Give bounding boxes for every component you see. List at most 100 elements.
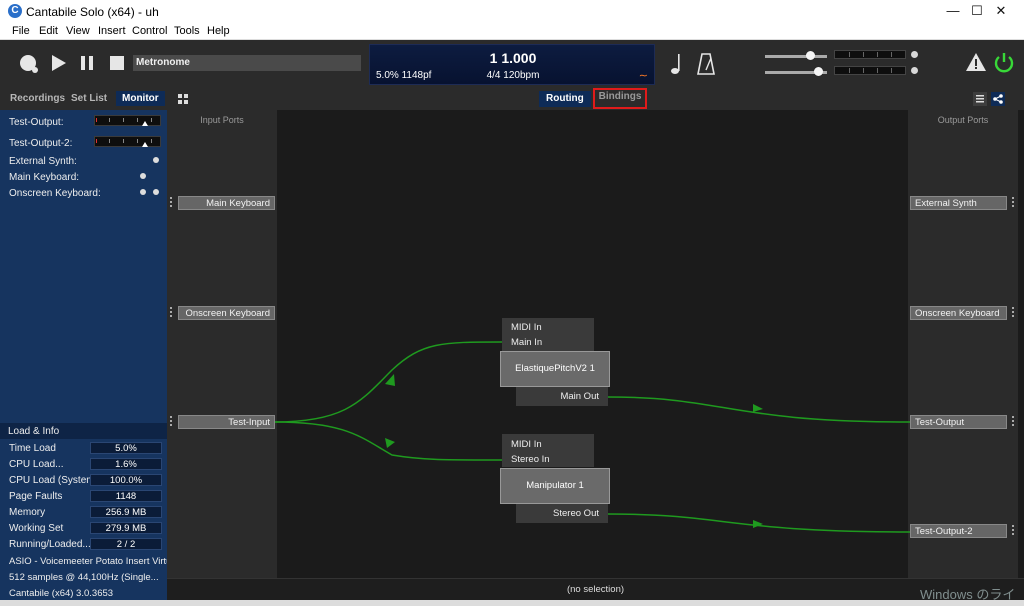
info-label-time-load: Time Load: [9, 443, 56, 454]
port-drag-handle[interactable]: [1012, 307, 1014, 317]
monitor-panel: Test-Output: Test-Output-2: External Syn…: [0, 110, 179, 606]
broadcast-icon: ∼: [638, 70, 648, 82]
info-value-time-load: 5.0%: [90, 442, 162, 454]
monitor-row-test-output-2: Test-Output-2:: [9, 138, 73, 149]
external-synth-indicator: [153, 157, 159, 163]
window-title: Cantabile Solo (x64) - uh: [26, 5, 159, 19]
level-meter-2: [834, 66, 906, 75]
info-label-cpu-load: CPU Load...: [9, 459, 64, 470]
time-signature: 4/4 120bpm: [486, 70, 540, 81]
transport-display[interactable]: 1 1.000 5.0% 1148pf 4/4 120bpm ∼: [369, 44, 655, 85]
plugin-manipulator[interactable]: Manipulator 1: [500, 468, 610, 504]
tab-monitor[interactable]: Monitor: [116, 91, 165, 106]
note-icon[interactable]: [670, 52, 684, 76]
port-drag-handle[interactable]: [1012, 416, 1014, 426]
tab-row: Recordings Set List Monitor Routing Bind…: [0, 88, 1024, 110]
port-drag-handle[interactable]: [1012, 525, 1014, 535]
plugin-1-midi-in[interactable]: MIDI In: [511, 322, 542, 333]
menu-edit[interactable]: Edit: [39, 25, 58, 37]
activation-watermark: Windows のライ: [920, 587, 1016, 602]
list-view-icon[interactable]: [973, 92, 987, 106]
plugin-1-main-out[interactable]: Main Out: [516, 387, 608, 406]
power-icon[interactable]: [993, 51, 1015, 73]
plugin-1-main-in[interactable]: Main In: [511, 337, 542, 348]
info-value-cpu-load: 1.6%: [90, 458, 162, 470]
info-value-memory: 256.9 MB: [90, 506, 162, 518]
port-drag-handle[interactable]: [170, 307, 172, 317]
transport-toolbar: Metronome 1 1.000 5.0% 1148pf 4/4 120bpm…: [0, 40, 1024, 88]
wire-arrow-2: [385, 438, 395, 448]
plugin-elastiquepitch[interactable]: ElastiquePitchV2 1: [500, 351, 610, 387]
test-output-meter: [94, 115, 161, 126]
monitor-row-test-output: Test-Output:: [9, 117, 64, 128]
audio-driver-info: ASIO - Voicemeeter Potato Insert Virtu..…: [9, 556, 180, 567]
routing-canvas[interactable]: Input Ports Output Ports Main Keyboard O…: [167, 110, 1024, 578]
test-output-2-meter: [94, 136, 161, 147]
meter-indicator-2: [911, 67, 918, 74]
port-drag-handle[interactable]: [170, 416, 172, 426]
stop-button[interactable]: [109, 55, 125, 71]
level-meter-1: [834, 50, 906, 59]
monitor-row-external-synth: External Synth:: [9, 156, 77, 167]
metronome-field[interactable]: Metronome: [133, 55, 361, 71]
tab-recordings[interactable]: Recordings: [10, 93, 65, 104]
port-drag-handle[interactable]: [170, 197, 172, 207]
app-icon: C: [8, 4, 22, 18]
status-bar: (no selection): [167, 578, 1024, 600]
volume-slider-1-knob[interactable]: [806, 51, 815, 60]
info-label-cpu-load-system: CPU Load (System): [9, 475, 98, 486]
main-keyboard-indicator: [140, 173, 146, 179]
version-info: Cantabile (x64) 3.0.3653: [9, 588, 114, 599]
onscreen-keyboard-indicator-2: [153, 189, 159, 195]
input-port-test-input[interactable]: Test-Input: [178, 415, 275, 429]
menu-insert[interactable]: Insert: [98, 25, 126, 37]
load-info-header[interactable]: Load & Info: [0, 423, 167, 439]
info-label-memory: Memory: [9, 507, 46, 518]
info-value-running-loaded: 2 / 2: [90, 538, 162, 550]
info-label-working-set: Working Set: [9, 523, 64, 534]
pause-button[interactable]: [80, 55, 96, 71]
volume-slider-2-knob[interactable]: [814, 67, 823, 76]
tab-bindings[interactable]: Bindings: [593, 88, 647, 109]
routing-view-icon[interactable]: [991, 92, 1005, 106]
warning-icon[interactable]: [965, 52, 987, 72]
wire-arrow-4: [753, 520, 763, 528]
output-port-test-output[interactable]: Test-Output: [910, 415, 1007, 429]
bottom-edge: [0, 600, 1024, 606]
onscreen-keyboard-indicator-1: [140, 189, 146, 195]
wire-arrow-3: [753, 404, 763, 412]
port-drag-handle[interactable]: [1012, 197, 1014, 207]
info-value-working-set: 279.9 MB: [90, 522, 162, 534]
meter-indicator-1: [911, 51, 918, 58]
volume-slider-1[interactable]: [765, 55, 827, 58]
menu-bar: File Edit View Insert Control Tools Help: [0, 23, 1024, 40]
info-value-cpu-load-system: 100.0%: [90, 474, 162, 486]
menu-control[interactable]: Control: [132, 25, 167, 37]
menu-view[interactable]: View: [66, 25, 90, 37]
plugin-2-stereo-in[interactable]: Stereo In: [511, 454, 550, 465]
menu-file[interactable]: File: [12, 25, 30, 37]
output-port-external-synth[interactable]: External Synth: [910, 196, 1007, 210]
play-button[interactable]: [50, 54, 68, 72]
plugin-2-midi-in[interactable]: MIDI In: [511, 439, 542, 450]
plugin-1-input-pins[interactable]: MIDI In Main In: [502, 318, 594, 351]
monitor-row-onscreen-keyboard: Onscreen Keyboard:: [9, 188, 101, 199]
grid-view-icon[interactable]: [178, 94, 188, 104]
tab-routing[interactable]: Routing: [539, 91, 591, 107]
record-button[interactable]: [18, 53, 40, 75]
song-position: 1 1.000: [489, 50, 537, 66]
plugin-2-stereo-out[interactable]: Stereo Out: [516, 504, 608, 523]
close-button[interactable]: ✕: [978, 0, 1024, 23]
output-port-test-output-2[interactable]: Test-Output-2: [910, 524, 1007, 538]
sample-rate-info: 512 samples @ 44,100Hz (Single...: [9, 572, 159, 583]
metronome-icon[interactable]: [697, 52, 715, 76]
output-port-onscreen-keyboard[interactable]: Onscreen Keyboard: [910, 306, 1007, 320]
info-label-page-faults: Page Faults: [9, 491, 63, 502]
plugin-2-input-pins[interactable]: MIDI In Stereo In: [502, 434, 594, 467]
input-port-onscreen-keyboard[interactable]: Onscreen Keyboard: [178, 306, 275, 320]
menu-tools[interactable]: Tools: [174, 25, 200, 37]
info-value-page-faults: 1148: [90, 490, 162, 502]
tab-set-list[interactable]: Set List: [71, 93, 107, 104]
input-port-main-keyboard[interactable]: Main Keyboard: [178, 196, 275, 210]
menu-help[interactable]: Help: [207, 25, 230, 37]
